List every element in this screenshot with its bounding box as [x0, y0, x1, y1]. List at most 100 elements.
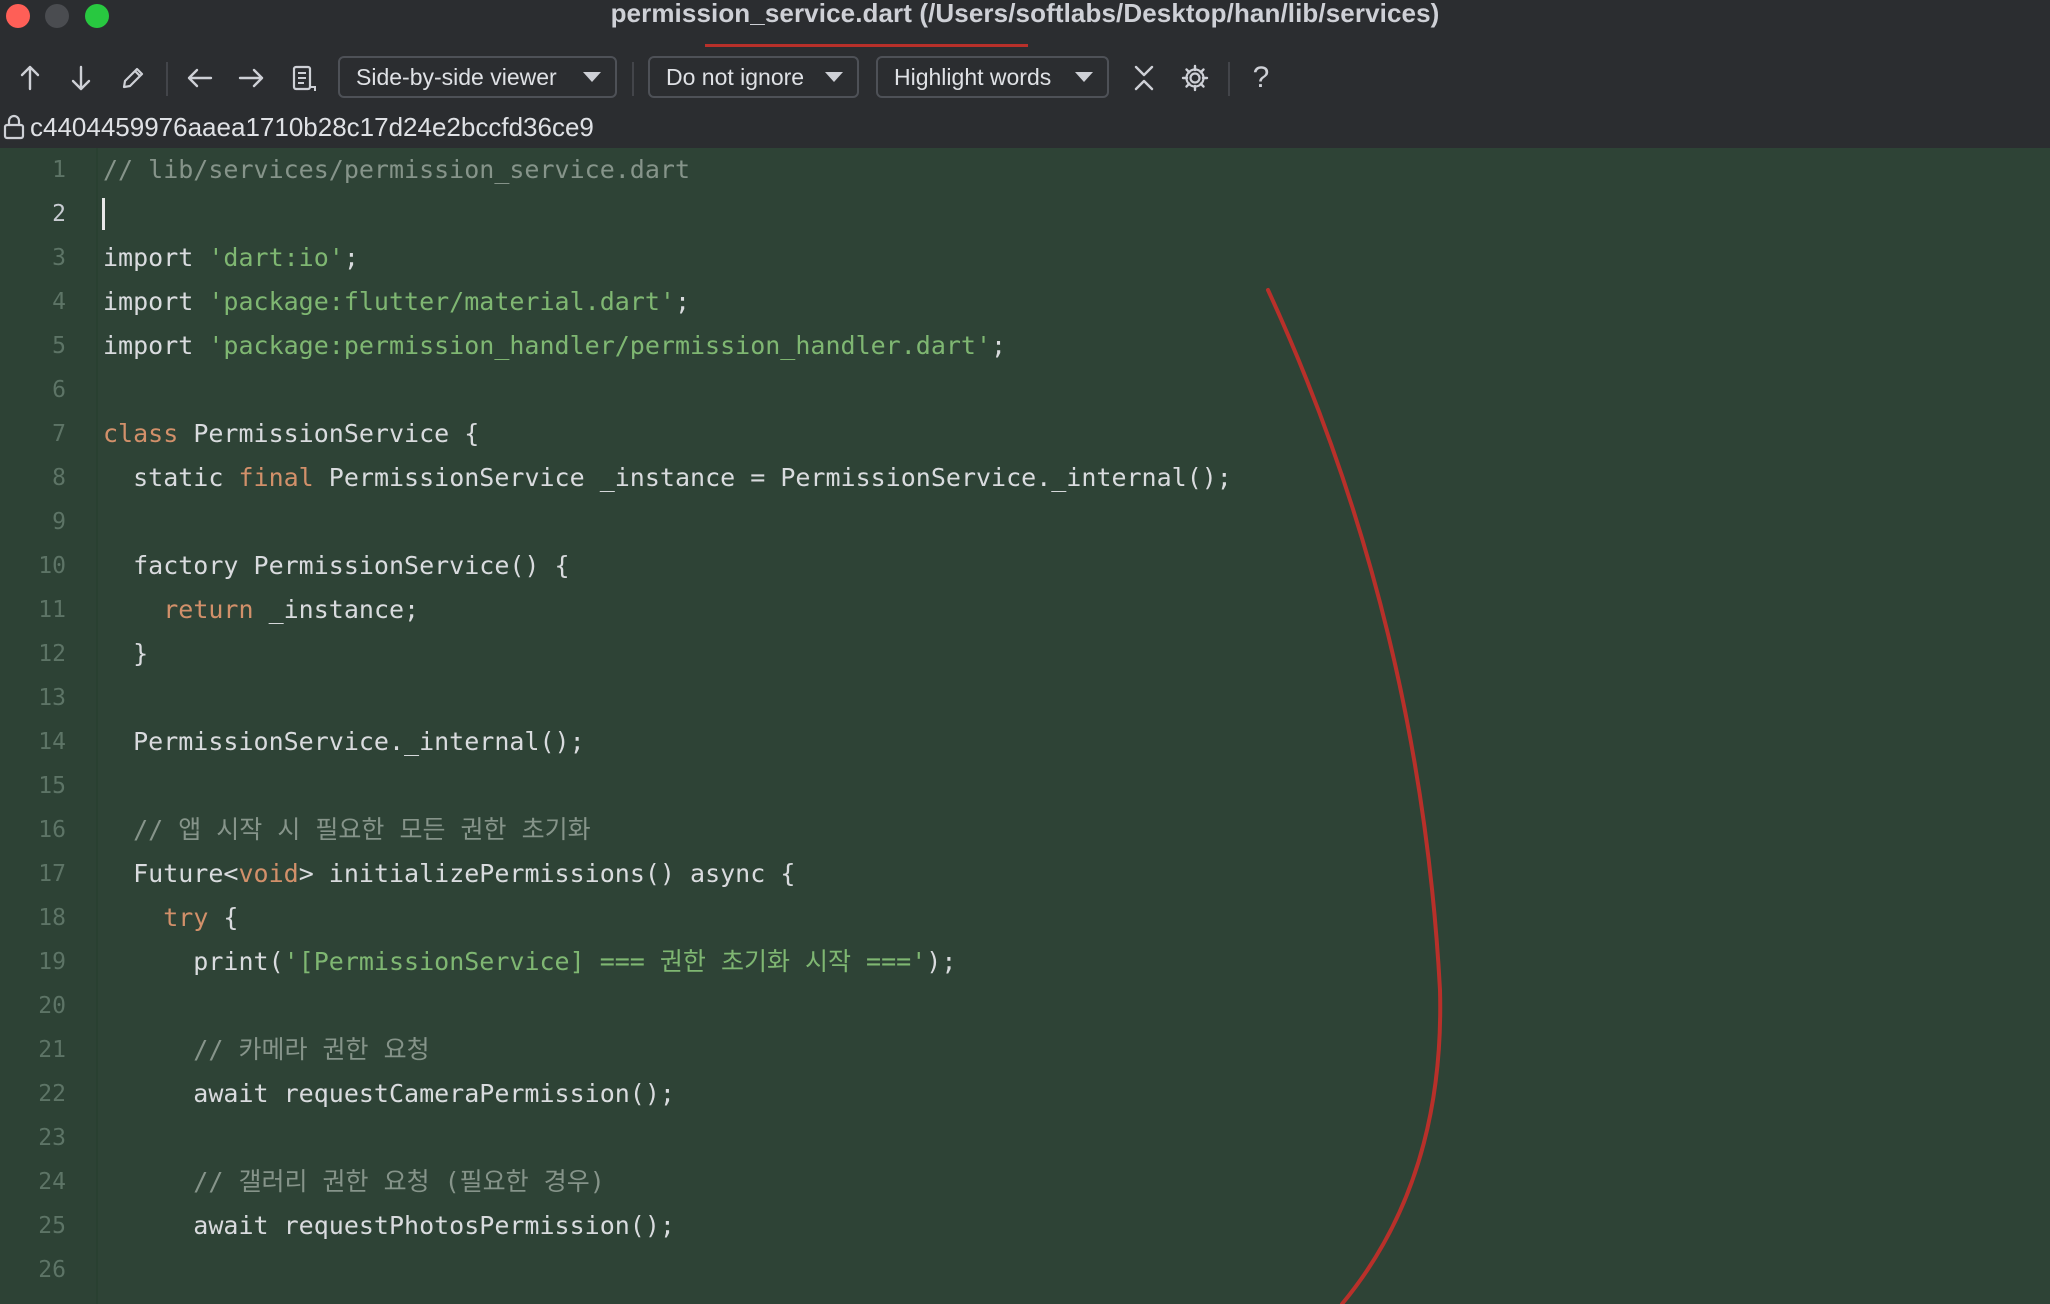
arrow-left-icon[interactable] [182, 60, 218, 96]
line-code: import 'dart:io'; [103, 236, 359, 280]
line-number: 25 [38, 1213, 66, 1239]
code-line[interactable]: 15 [0, 764, 2050, 808]
line-code: import 'package:flutter/material.dart'; [103, 280, 690, 324]
pencil-icon[interactable] [115, 60, 151, 96]
code-token: // 앱 시작 시 필요한 모든 권한 초기화 [103, 815, 591, 844]
code-line[interactable]: 14 PermissionService._internal(); [0, 720, 2050, 764]
line-code: factory PermissionService() { [103, 544, 570, 588]
chevron-down-icon [1075, 72, 1093, 82]
code-line[interactable]: 19 print('[PermissionService] === 권한 초기화… [0, 940, 2050, 984]
line-number: 24 [38, 1169, 66, 1195]
line-number: 12 [38, 641, 66, 667]
document-icon[interactable] [285, 60, 321, 96]
code-token: static [103, 463, 239, 492]
code-token: _instance; [253, 595, 420, 624]
line-code: Future<void> initializePermissions() asy… [103, 852, 795, 896]
line-number: 2 [52, 201, 66, 227]
toolbar-separator [166, 62, 168, 96]
line-number: 23 [38, 1125, 66, 1151]
highlight-mode-dropdown[interactable]: Highlight words [876, 56, 1109, 98]
code-token: import [103, 243, 209, 272]
line-number: 11 [38, 597, 66, 623]
code-token: { [208, 903, 239, 932]
code-line[interactable]: 2 [0, 192, 2050, 236]
chevron-down-icon [825, 72, 843, 82]
code-line[interactable]: 26 [0, 1248, 2050, 1292]
line-number: 8 [52, 465, 66, 491]
toolbar-separator [632, 62, 634, 96]
line-code: await requestPhotosPermission(); [103, 1204, 675, 1248]
code-line[interactable]: 24 // 갤러리 권한 요청 (필요한 경우) [0, 1160, 2050, 1204]
code-line[interactable]: 9 [0, 500, 2050, 544]
code-token: ; [991, 331, 1007, 360]
line-code: await requestCameraPermission(); [103, 1072, 675, 1116]
code-line[interactable]: 13 [0, 676, 2050, 720]
line-code: import 'package:permission_handler/permi… [103, 324, 1006, 368]
line-code: print('[PermissionService] === 권한 초기화 시작… [103, 940, 956, 984]
line-code: try { [103, 896, 238, 940]
code-token: await requestCameraPermission(); [103, 1079, 675, 1108]
code-line[interactable]: 12 } [0, 632, 2050, 676]
code-token: } [103, 639, 149, 668]
arrow-down-icon[interactable] [63, 60, 99, 96]
line-number: 22 [38, 1081, 66, 1107]
code-line[interactable]: 20 [0, 984, 2050, 1028]
code-token: import [103, 331, 209, 360]
code-line[interactable]: 21 // 카메라 권한 요청 [0, 1028, 2050, 1072]
code-line[interactable]: 8 static final PermissionService _instan… [0, 456, 2050, 500]
line-number: 10 [38, 553, 66, 579]
code-token: '[PermissionService] === 권한 초기화 시작 ===' [283, 947, 927, 976]
line-number: 7 [52, 421, 66, 447]
help-icon[interactable]: ? [1243, 60, 1279, 96]
code-token: ; [343, 243, 359, 272]
line-code: // 앱 시작 시 필요한 모든 권한 초기화 [103, 808, 591, 852]
code-token: void [238, 859, 299, 888]
line-number: 26 [38, 1257, 66, 1283]
arrow-right-icon[interactable] [233, 60, 269, 96]
code-line[interactable]: 23 [0, 1116, 2050, 1160]
code-editor[interactable]: 1 // lib/services/permission_service.dart… [0, 148, 2050, 1304]
line-code: PermissionService._internal(); [103, 720, 585, 764]
code-line[interactable]: 11 return _instance; [0, 588, 2050, 632]
code-token: // 카메라 권한 요청 [103, 1035, 430, 1064]
code-line[interactable]: 5 import 'package:permission_handler/perm… [0, 324, 2050, 368]
code-token: await requestPhotosPermission(); [103, 1211, 675, 1240]
code-token: // 갤러리 권한 요청 (필요한 경우) [103, 1167, 605, 1196]
code-line[interactable]: 22 await requestCameraPermission(); [0, 1072, 2050, 1116]
ignore-mode-dropdown[interactable]: Do not ignore [648, 56, 859, 98]
line-number: 4 [52, 289, 66, 315]
line-number: 6 [52, 377, 66, 403]
code-line[interactable]: 3 import 'dart:io'; [0, 236, 2050, 280]
line-code: // 갤러리 권한 요청 (필요한 경우) [103, 1160, 605, 1204]
collapse-icon[interactable] [1126, 60, 1162, 96]
code-token: // lib/services/permission_service.dart [103, 155, 690, 184]
code-token: factory PermissionService() { [103, 551, 570, 580]
viewer-mode-dropdown[interactable]: Side-by-side viewer [338, 56, 617, 98]
code-line[interactable]: 1 // lib/services/permission_service.dart [0, 148, 2050, 192]
chevron-down-icon [583, 72, 601, 82]
line-number: 9 [52, 509, 66, 535]
code-line[interactable]: 6 [0, 368, 2050, 412]
code-line[interactable]: 7 class PermissionService { [0, 412, 2050, 456]
ignore-mode-label: Do not ignore [666, 63, 805, 90]
diff-toolbar: Side-by-side viewer Do not ignore Highli… [0, 50, 2050, 106]
title-bar: permission_service.dart (/Users/softlabs… [0, 0, 2050, 50]
line-number: 15 [38, 773, 66, 799]
code-line[interactable]: 18 try { [0, 896, 2050, 940]
line-code: return _instance; [103, 588, 419, 632]
code-line[interactable]: 4 import 'package:flutter/material.dart'; [0, 280, 2050, 324]
code-line[interactable]: 16 // 앱 시작 시 필요한 모든 권한 초기화 [0, 808, 2050, 852]
line-number: 19 [38, 949, 66, 975]
code-line[interactable]: 10 factory PermissionService() { [0, 544, 2050, 588]
line-code: // lib/services/permission_service.dart [103, 148, 690, 192]
code-token: final [238, 463, 314, 492]
code-line[interactable]: 25 await requestPhotosPermission(); [0, 1204, 2050, 1248]
code-token: PermissionService { [178, 419, 480, 448]
arrow-up-icon[interactable] [12, 60, 48, 96]
code-line[interactable]: 17 Future<void> initializePermissions() … [0, 852, 2050, 896]
viewer-mode-label: Side-by-side viewer [356, 63, 557, 90]
line-code: // 카메라 권한 요청 [103, 1028, 430, 1072]
title-underline [705, 44, 1028, 47]
gear-icon[interactable] [1177, 60, 1213, 96]
